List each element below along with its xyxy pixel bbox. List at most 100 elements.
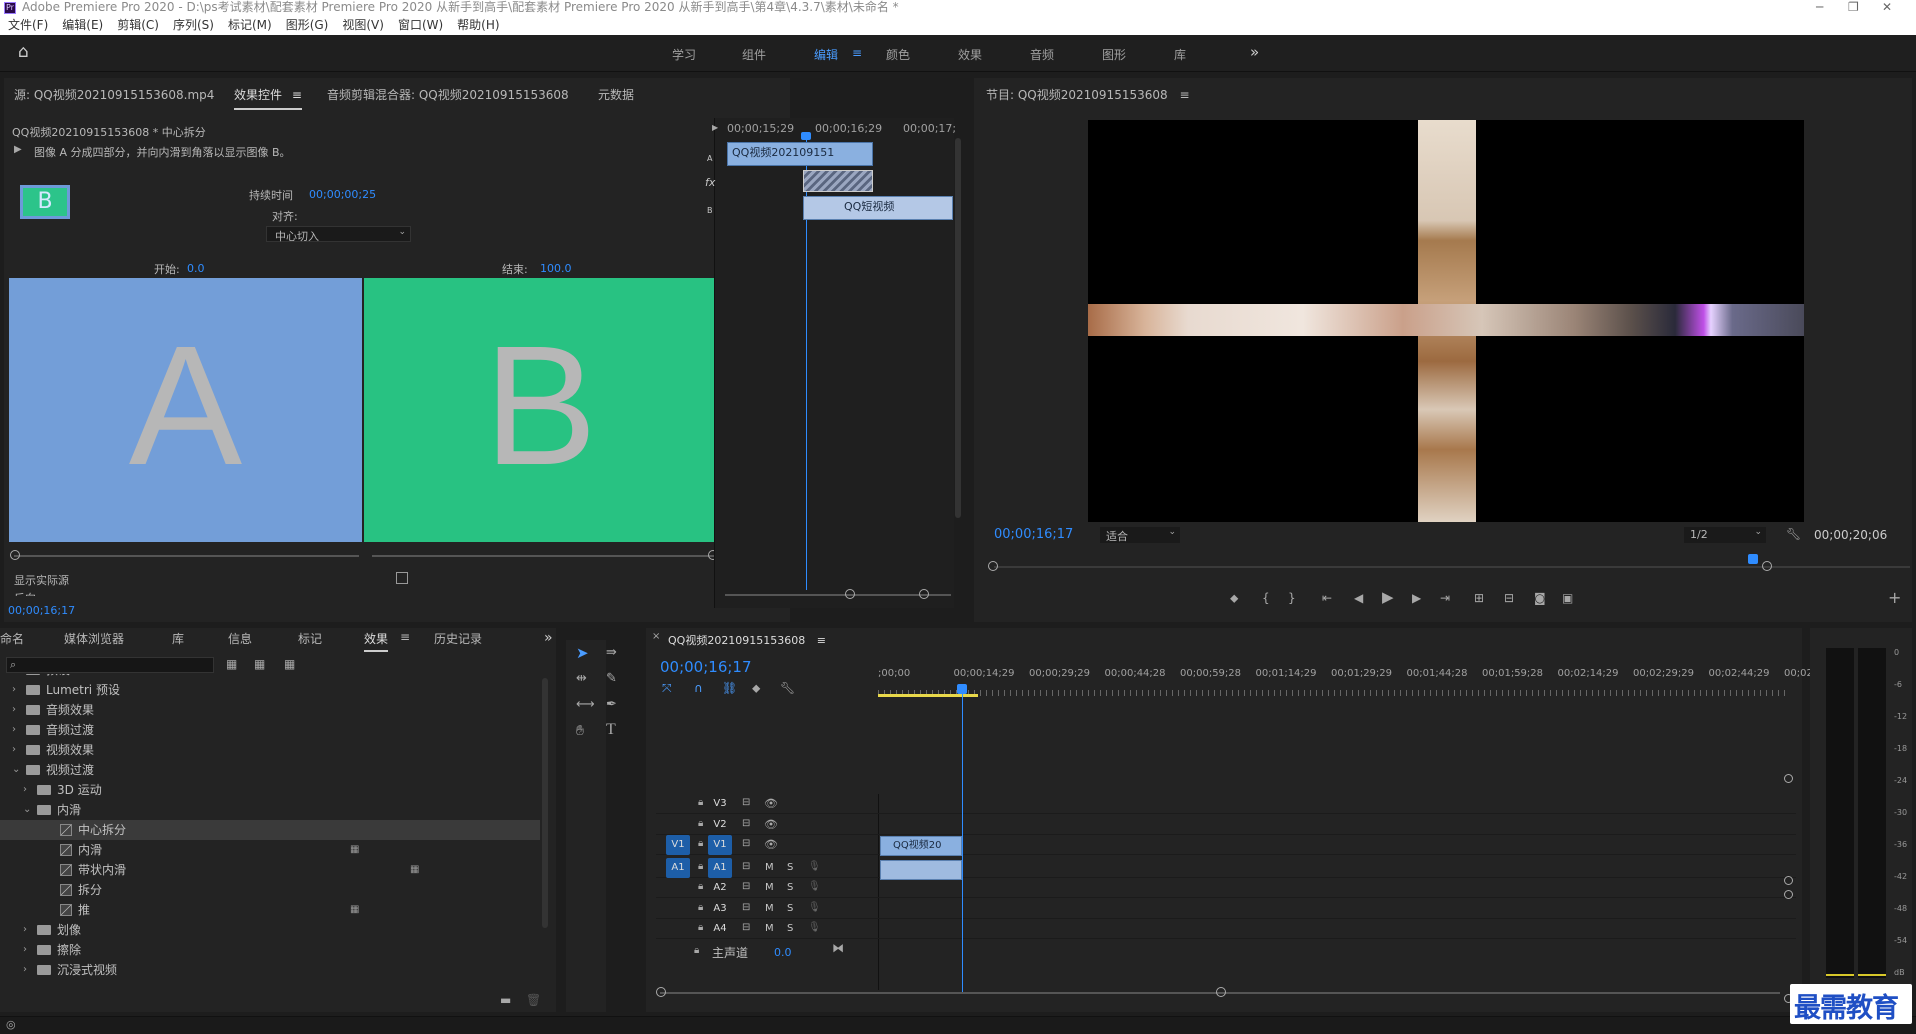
resolution-dropdown[interactable]: 1/2 ⌄ bbox=[1684, 527, 1766, 543]
end-value[interactable]: 100.0 bbox=[540, 262, 572, 275]
audio-mixer-tab[interactable]: 音频剪辑混合器: QQ视频20210915153608 bbox=[327, 86, 569, 103]
chevron-right-icon[interactable]: › bbox=[12, 700, 16, 720]
solo-button[interactable]: S bbox=[787, 862, 793, 873]
effects-panel-menu-icon[interactable]: ≡ bbox=[400, 630, 410, 644]
sync-lock-icon[interactable]: ⊟ bbox=[742, 923, 750, 933]
razor-tool-icon[interactable]: ✎ bbox=[606, 672, 617, 685]
snap-icon[interactable]: ∩ bbox=[694, 682, 703, 694]
close-sequence-icon[interactable]: × bbox=[652, 632, 660, 642]
yuv-effects-icon[interactable]: ▦ bbox=[284, 658, 295, 670]
vertical-zoom-handle-v1[interactable] bbox=[1784, 876, 1793, 885]
effects-search-input[interactable]: ⌕ bbox=[6, 657, 214, 673]
effects-tree-item[interactable]: ⌄ 视频过渡 bbox=[0, 760, 540, 780]
chevron-right-icon[interactable]: › bbox=[23, 920, 27, 940]
menu-item-7[interactable]: 窗口(W) bbox=[398, 18, 443, 32]
lock-icon[interactable]: 🔒︎ bbox=[698, 923, 703, 933]
chevron-down-icon[interactable]: ⌄ bbox=[12, 760, 20, 780]
linked-selection-icon[interactable]: ⛓︎ bbox=[722, 682, 737, 694]
lock-icon[interactable]: 🔒︎ bbox=[698, 861, 703, 872]
track-target-V1[interactable]: V1 bbox=[708, 835, 732, 855]
mini-transition-block[interactable] bbox=[803, 170, 873, 192]
track-target-A3[interactable]: A3 bbox=[708, 899, 732, 919]
microphone-icon[interactable]: 🎙︎ bbox=[808, 882, 821, 892]
chevron-right-icon[interactable]: › bbox=[12, 720, 16, 740]
sync-lock-icon[interactable]: ⊟ bbox=[742, 798, 750, 808]
sync-lock-icon[interactable]: ⊟ bbox=[742, 882, 750, 892]
menu-item-5[interactable]: 图形(G) bbox=[286, 18, 329, 32]
work-area-bar[interactable] bbox=[878, 694, 978, 697]
menu-item-1[interactable]: 编辑(E) bbox=[62, 18, 103, 32]
wrench-icon[interactable]: 🔧︎ bbox=[1786, 528, 1801, 540]
eye-icon[interactable]: 👁︎ bbox=[764, 839, 778, 850]
ripple-edit-tool-icon[interactable]: ⇹ bbox=[576, 672, 587, 685]
workspace-tab-5[interactable]: 音频 bbox=[1030, 46, 1054, 63]
lock-icon[interactable]: 🔒︎ bbox=[698, 882, 703, 892]
home-icon[interactable]: ⌂ bbox=[18, 44, 29, 61]
mini-clip-b[interactable]: QQ短视频202109261 bbox=[803, 196, 953, 220]
workspace-tab-1[interactable]: 组件 bbox=[742, 46, 766, 63]
timeline-zoom-handle-left[interactable] bbox=[656, 987, 666, 997]
effects-panel-tab-1[interactable]: 媒体浏览器 bbox=[64, 630, 124, 647]
workspace-tab-3[interactable]: 颜色 bbox=[886, 46, 910, 63]
add-marker-timeline-icon[interactable]: ⬥ bbox=[752, 682, 760, 694]
mark-out-icon[interactable]: } bbox=[1288, 592, 1296, 604]
source-patch-A1[interactable]: A1 bbox=[666, 857, 690, 878]
workspace-tab-4[interactable]: 效果 bbox=[958, 46, 982, 63]
mark-in-icon[interactable]: { bbox=[1262, 592, 1270, 604]
32bit-effects-icon[interactable]: ▦ bbox=[254, 658, 265, 670]
track-target-V3[interactable]: V3 bbox=[708, 794, 732, 814]
microphone-icon[interactable]: 🎙︎ bbox=[808, 923, 821, 933]
effects-tree-item[interactable]: › Lumetri 预设 bbox=[0, 680, 540, 700]
start-slider-handle[interactable] bbox=[10, 550, 20, 560]
effects-tree-item[interactable]: › 音频过渡 bbox=[0, 720, 540, 740]
mute-button[interactable]: M bbox=[765, 903, 774, 914]
effects-tree-item[interactable]: 中心拆分 bbox=[0, 820, 540, 840]
chevron-right-icon[interactable]: › bbox=[12, 740, 16, 760]
solo-button[interactable]: S bbox=[787, 923, 793, 934]
master-lock-icon[interactable]: 🔒︎ bbox=[694, 946, 699, 956]
effects-tree-item[interactable]: › 音频效果 bbox=[0, 700, 540, 720]
mini-zoom-handle-right[interactable] bbox=[919, 589, 929, 599]
type-tool-icon[interactable]: T bbox=[606, 722, 616, 738]
slip-tool-icon[interactable]: ⟷ bbox=[576, 698, 595, 711]
workspace-tab-7[interactable]: 库 bbox=[1174, 46, 1186, 63]
effects-panel-tab-5[interactable]: 效果 bbox=[364, 630, 389, 652]
chevron-right-icon[interactable]: › bbox=[12, 680, 16, 700]
sync-lock-icon[interactable]: ⊟ bbox=[742, 818, 750, 829]
new-bin-icon[interactable]: ▬ bbox=[500, 994, 511, 1006]
lock-icon[interactable]: 🔒︎ bbox=[698, 818, 703, 829]
timeline-zoom-handle-right[interactable] bbox=[1216, 987, 1226, 997]
effects-tree-item[interactable]: ⌄ 内滑 bbox=[0, 800, 540, 820]
step-forward-icon[interactable]: ▶ bbox=[1412, 592, 1421, 604]
track-target-A4[interactable]: A4 bbox=[708, 919, 732, 939]
effects-panel-tab-0[interactable]: 命名 bbox=[0, 630, 24, 647]
extract-icon[interactable]: ⊟ bbox=[1504, 592, 1514, 604]
show-actual-checkbox[interactable] bbox=[396, 572, 408, 584]
effects-tree-item[interactable]: › 3D 运动 bbox=[0, 780, 540, 800]
step-back-icon[interactable]: ◀ bbox=[1354, 592, 1363, 604]
eye-icon[interactable]: 👁︎ bbox=[764, 798, 778, 809]
solo-button[interactable]: S bbox=[787, 882, 793, 893]
effects-tree-item[interactable]: 带状内滑 ▦ bbox=[0, 860, 540, 880]
vertical-zoom-handle-a1[interactable] bbox=[1784, 890, 1793, 899]
track-target-V2[interactable]: V2 bbox=[708, 815, 732, 835]
hand-tool-icon[interactable]: ✋︎ bbox=[576, 724, 584, 738]
effect-controls-tab[interactable]: 效果控件 ≡ bbox=[234, 86, 302, 110]
effects-panel-more-icon[interactable]: » bbox=[544, 630, 553, 646]
effects-tree-item[interactable]: › 沉浸式视频 bbox=[0, 960, 540, 980]
end-slider[interactable] bbox=[372, 555, 714, 557]
effects-tree-item[interactable]: 拆分 bbox=[0, 880, 540, 900]
lock-icon[interactable]: 🔒︎ bbox=[698, 798, 703, 808]
effects-panel-tab-2[interactable]: 库 bbox=[172, 630, 184, 647]
source-tab[interactable]: 源: QQ视频20210915153608.mp4 bbox=[14, 86, 214, 103]
track-target-A1[interactable]: A1 bbox=[708, 857, 732, 878]
sync-lock-icon[interactable]: ⊟ bbox=[742, 902, 750, 913]
mute-button[interactable]: M bbox=[765, 923, 774, 934]
workspace-menu-icon[interactable]: ≡ bbox=[852, 46, 862, 60]
menu-item-2[interactable]: 剪辑(C) bbox=[117, 18, 159, 32]
sync-lock-icon[interactable]: ⊟ bbox=[742, 861, 750, 872]
duration-value[interactable]: 00;00;00;25 bbox=[309, 188, 376, 201]
chevron-right-icon[interactable]: › bbox=[23, 940, 27, 960]
source-patch-V1[interactable]: V1 bbox=[666, 835, 690, 855]
nest-icon[interactable]: ⤧ bbox=[662, 682, 672, 694]
